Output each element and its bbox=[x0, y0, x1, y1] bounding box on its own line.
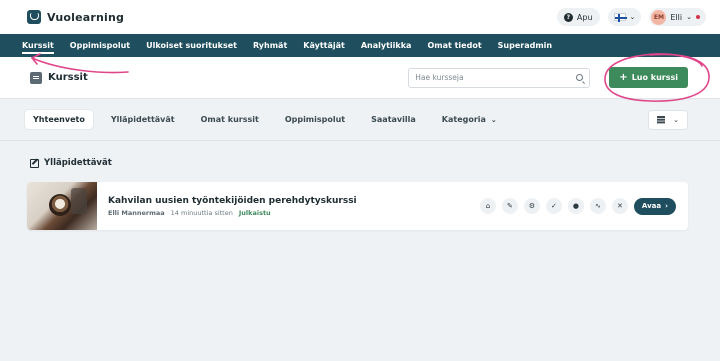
user-menu[interactable]: EM Elli ⌄ bbox=[649, 8, 706, 26]
course-title[interactable]: Kahvilan uusien työntekijöiden perehdyty… bbox=[108, 196, 480, 206]
section-heading: Ylläpidettävät bbox=[30, 158, 112, 168]
top-right-controls: ? Apu ⌄ EM Elli ⌄ bbox=[556, 8, 706, 26]
tab-omat-kurssit[interactable]: Omat kurssit bbox=[193, 110, 267, 129]
brand-name: Vuolearning bbox=[47, 10, 125, 24]
nav-item-oppimispolut[interactable]: Oppimispolut bbox=[62, 34, 138, 57]
nav-item-analytiikka[interactable]: Analytiikka bbox=[353, 34, 420, 57]
course-author: Elli Mannermaa bbox=[108, 208, 165, 217]
course-card[interactable]: Kahvilan uusien työntekijöiden perehdyty… bbox=[27, 182, 688, 230]
course-thumbnail bbox=[27, 182, 97, 230]
notification-dot bbox=[696, 15, 700, 19]
chevron-down-icon: ⌄ bbox=[490, 115, 497, 124]
help-label: Apu bbox=[576, 12, 593, 22]
create-course-button[interactable]: + Luo kurssi bbox=[609, 67, 688, 88]
tab-saatavilla[interactable]: Saatavilla bbox=[363, 110, 424, 129]
course-info: Kahvilan uusien työntekijöiden perehdyty… bbox=[108, 196, 480, 217]
tab-label: Oppimispolut bbox=[284, 115, 346, 124]
open-course-label: Avaa bbox=[641, 202, 662, 210]
user-name: Elli bbox=[670, 12, 683, 22]
status-badge: Julkaistu bbox=[238, 208, 271, 217]
user-icon[interactable]: ● bbox=[567, 198, 584, 214]
top-bar: Vuolearning ? Apu ⌄ EM Elli ⌄ bbox=[0, 0, 720, 34]
chevron-down-icon: ⌄ bbox=[673, 115, 679, 124]
tab-label: Kategoria bbox=[441, 115, 486, 124]
course-updated: 14 minuuttia sitten bbox=[170, 208, 233, 217]
help-button[interactable]: ? Apu bbox=[556, 8, 600, 26]
tab-label: Omat kurssit bbox=[200, 115, 259, 124]
course-actions: ⌂ ✎ ⚙ ✓ ● ∿ ✕ bbox=[479, 198, 628, 214]
check-circle-icon[interactable]: ✓ bbox=[545, 198, 562, 214]
create-course-label: Luo kurssi bbox=[631, 73, 678, 82]
list-view-icon bbox=[657, 116, 666, 123]
nav-item-ryhmat[interactable]: Ryhmät bbox=[245, 34, 295, 57]
tab-label: Ylläpidettävät bbox=[110, 115, 175, 124]
nav-item-kayttajat[interactable]: Käyttäjät bbox=[295, 34, 353, 57]
language-selector[interactable]: ⌄ bbox=[607, 8, 642, 26]
nav-item-omat-tiedot[interactable]: Omat tiedot bbox=[419, 34, 489, 57]
course-meta: Elli Mannermaa 14 minuuttia sitten Julka… bbox=[108, 209, 480, 217]
tab-label: Yhteenveto bbox=[33, 115, 85, 124]
chevron-right-icon: › bbox=[665, 202, 668, 210]
tab-kategoria-dropdown[interactable]: Kategoria ⌄ bbox=[434, 110, 505, 129]
nav-item-ulkoiset-suoritukset[interactable]: Ulkoiset suoritukset bbox=[138, 34, 245, 57]
nav-item-superadmin[interactable]: Superadmin bbox=[490, 34, 560, 57]
gear-icon[interactable]: ⚙ bbox=[523, 198, 540, 214]
home-icon[interactable]: ⌂ bbox=[479, 198, 496, 214]
page-header: Kurssit + Luo kurssi bbox=[0, 57, 720, 99]
tabs-row: Yhteenveto Ylläpidettävät Omat kurssit O… bbox=[0, 99, 720, 141]
tab-oppimispolut[interactable]: Oppimispolut bbox=[277, 110, 353, 129]
tools-icon[interactable]: ✕ bbox=[611, 198, 628, 214]
view-mode-selector[interactable]: ⌄ bbox=[648, 109, 688, 130]
logo-icon bbox=[27, 10, 41, 24]
chevron-down-icon: ⌄ bbox=[629, 13, 636, 21]
plus-icon: + bbox=[619, 71, 628, 83]
page-title: Kurssit bbox=[48, 72, 88, 83]
search-box bbox=[408, 67, 591, 88]
open-course-button[interactable]: Avaa › bbox=[633, 197, 676, 215]
help-icon: ? bbox=[563, 12, 573, 22]
main-nav: Kurssit Oppimispolut Ulkoiset suoritukse… bbox=[0, 34, 720, 57]
analytics-icon[interactable]: ∿ bbox=[589, 198, 606, 214]
edit-icon bbox=[30, 158, 39, 168]
tab-yhteenveto[interactable]: Yhteenveto bbox=[25, 110, 93, 129]
chevron-down-icon: ⌄ bbox=[686, 13, 692, 21]
search-input[interactable] bbox=[415, 73, 577, 82]
tab-yllapidettavat[interactable]: Ylläpidettävät bbox=[103, 110, 183, 129]
brand-logo[interactable]: Vuolearning bbox=[27, 10, 124, 24]
search-icon[interactable] bbox=[576, 74, 584, 81]
avatar: EM bbox=[651, 9, 667, 25]
pencil-icon[interactable]: ✎ bbox=[501, 198, 518, 214]
finnish-flag-icon bbox=[613, 13, 627, 22]
section-title: Ylläpidettävät bbox=[44, 158, 112, 168]
tab-label: Saatavilla bbox=[371, 115, 416, 124]
nav-item-kurssit[interactable]: Kurssit bbox=[14, 34, 62, 57]
courses-icon bbox=[30, 71, 42, 84]
